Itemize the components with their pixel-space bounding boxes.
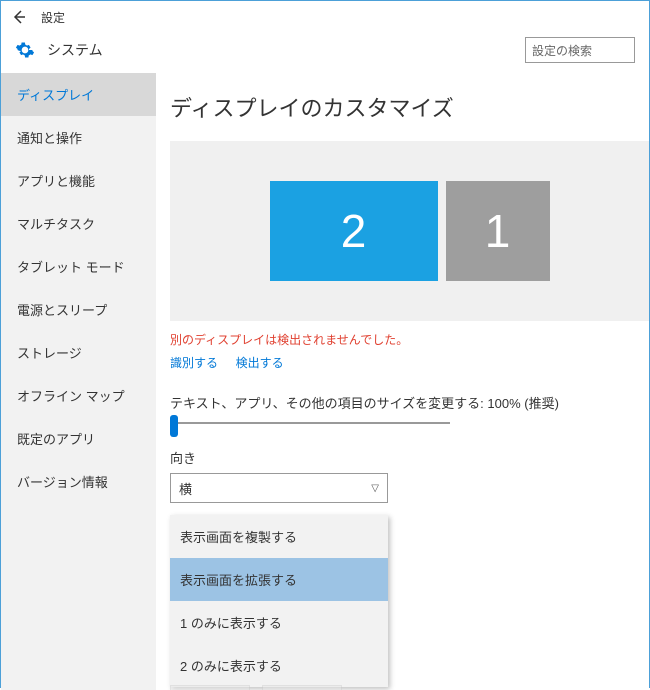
monitor-arrangement[interactable]: 2 1 (170, 141, 649, 321)
monitor-1[interactable]: 1 (446, 181, 550, 281)
sidebar-item-8[interactable]: 既定のアプリ (1, 417, 156, 460)
sidebar-item-1[interactable]: 通知と操作 (1, 116, 156, 159)
search-input[interactable]: 設定の検索 (525, 37, 635, 63)
system-label: システム (47, 40, 103, 60)
orientation-label: 向き (170, 448, 649, 467)
identify-link[interactable]: 識別する (170, 356, 218, 370)
sidebar-item-0[interactable]: ディスプレイ (1, 73, 156, 116)
sidebar-item-6[interactable]: ストレージ (1, 331, 156, 374)
sidebar-item-3[interactable]: マルチタスク (1, 202, 156, 245)
gear-icon (15, 40, 35, 60)
sidebar-item-9[interactable]: バージョン情報 (1, 460, 156, 503)
scale-slider[interactable] (170, 422, 450, 424)
dropdown-item-0[interactable]: 表示画面を複製する (170, 515, 388, 558)
dropdown-item-3[interactable]: 2 のみに表示する (170, 644, 388, 687)
sidebar: ディスプレイ通知と操作アプリと機能マルチタスクタブレット モード電源とスリープス… (1, 73, 156, 690)
slider-thumb[interactable] (170, 415, 178, 437)
content-area: ディスプレイのカスタマイズ 2 1 別のディスプレイは検出されませんでした。 識… (156, 73, 649, 690)
scale-label: テキスト、アプリ、その他の項目のサイズを変更する: 100% (推奨) (170, 393, 649, 412)
detect-link[interactable]: 検出する (236, 356, 284, 370)
search-placeholder: 設定の検索 (532, 42, 592, 59)
multi-display-dropdown[interactable]: 表示画面を複製する表示画面を拡張する1 のみに表示する2 のみに表示する (170, 515, 388, 687)
sidebar-item-5[interactable]: 電源とスリープ (1, 288, 156, 331)
dropdown-item-2[interactable]: 1 のみに表示する (170, 601, 388, 644)
back-button[interactable] (9, 7, 29, 27)
warning-text: 別のディスプレイは検出されませんでした。 (170, 331, 649, 348)
monitor-2[interactable]: 2 (270, 181, 438, 281)
orientation-select[interactable]: 横 ▽ (170, 473, 388, 503)
sidebar-item-7[interactable]: オフライン マップ (1, 374, 156, 417)
sidebar-item-4[interactable]: タブレット モード (1, 245, 156, 288)
sidebar-item-2[interactable]: アプリと機能 (1, 159, 156, 202)
orientation-value: 横 (179, 479, 192, 498)
page-title: ディスプレイのカスタマイズ (170, 91, 649, 123)
window-title: 設定 (41, 9, 65, 26)
dropdown-item-1[interactable]: 表示画面を拡張する (170, 558, 388, 601)
chevron-down-icon: ▽ (371, 483, 379, 494)
